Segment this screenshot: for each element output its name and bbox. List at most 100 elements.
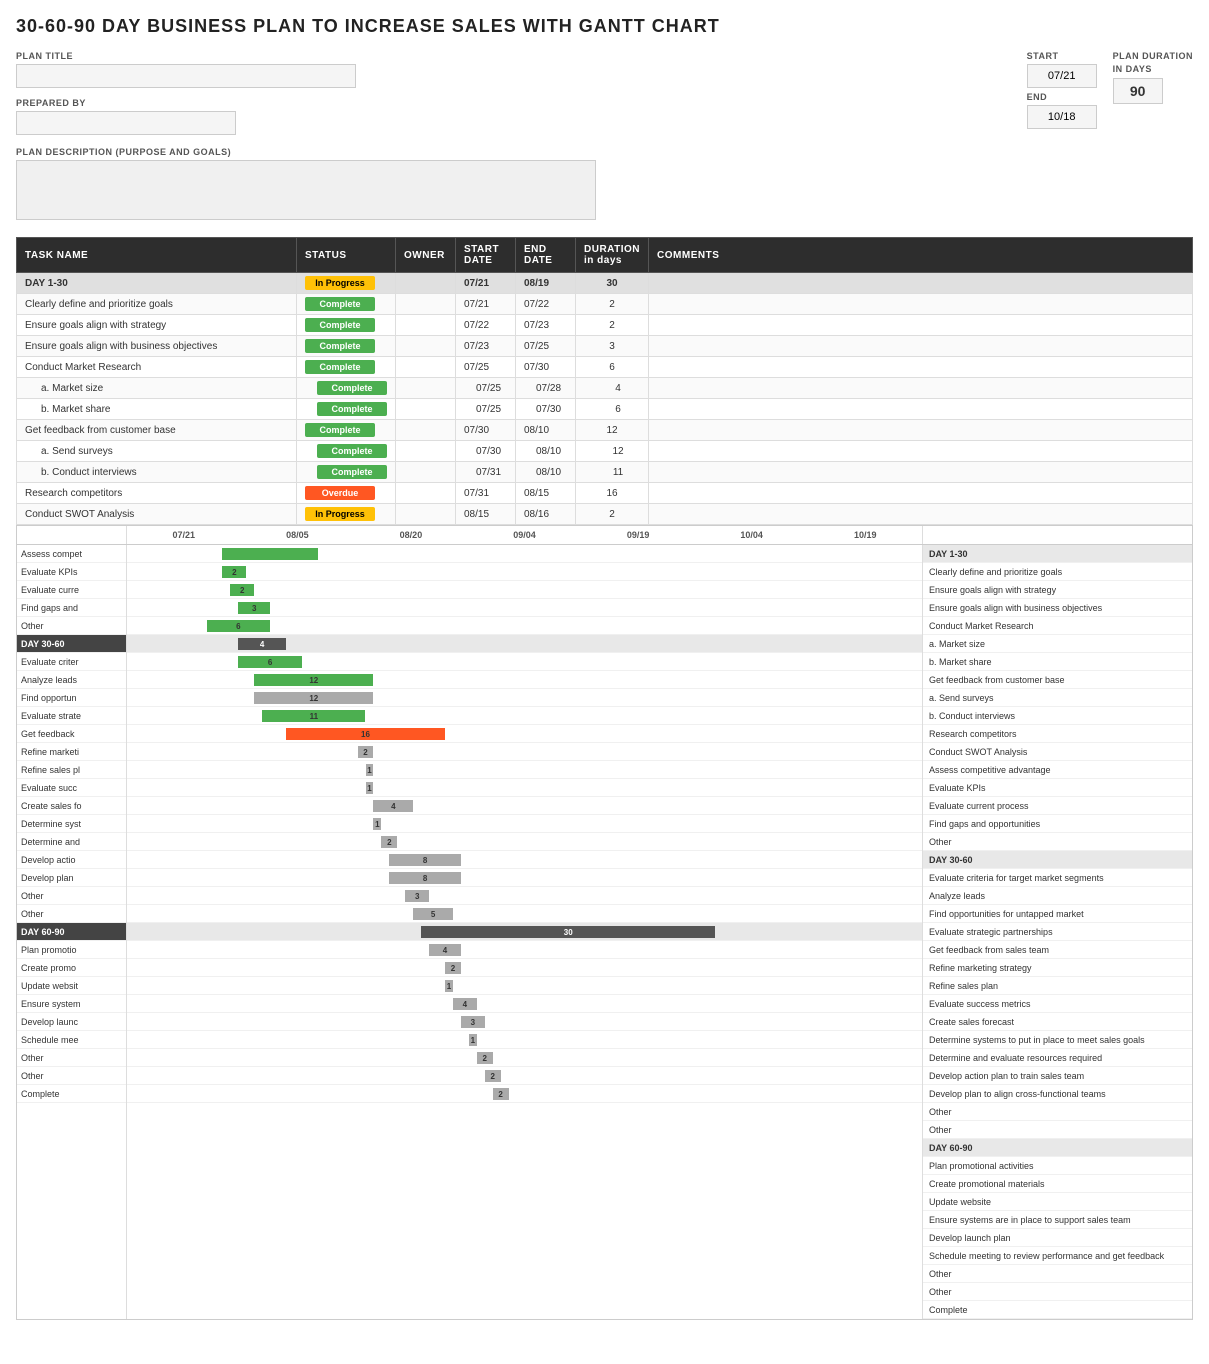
- task-duration-cell: 2: [576, 294, 649, 315]
- gantt-legend-row: DAY 60-90: [923, 1139, 1192, 1157]
- task-status-cell: Complete: [297, 462, 396, 483]
- gantt-label-row: Schedule mee: [17, 1031, 126, 1049]
- prepared-by-input[interactable]: [16, 111, 236, 135]
- gantt-chart-row: 1: [127, 761, 922, 779]
- plan-title-input[interactable]: [16, 64, 356, 88]
- gantt-legend-row: Find opportunities for untapped market: [923, 905, 1192, 923]
- gantt-bar: 2: [381, 836, 397, 848]
- gantt-legend-row: Create promotional materials: [923, 1175, 1192, 1193]
- task-status-cell: Overdue: [297, 483, 396, 504]
- gantt-legend-row: Ensure goals align with strategy: [923, 581, 1192, 599]
- gantt-chart-row: 4: [127, 941, 922, 959]
- gantt-bar: 4: [429, 944, 461, 956]
- table-row: Ensure goals align with strategy Complet…: [17, 315, 1193, 336]
- task-start-cell: 08/15: [456, 504, 516, 525]
- gantt-label-row: Plan promotio: [17, 941, 126, 959]
- gantt-chart-row: 2: [127, 743, 922, 761]
- gantt-bar: 2: [485, 1070, 501, 1082]
- gantt-chart-row: 1: [127, 1031, 922, 1049]
- task-comments-cell: [649, 357, 1193, 378]
- start-input[interactable]: [1027, 64, 1097, 88]
- task-start-cell: 07/31: [456, 462, 516, 483]
- gantt-label-row: Evaluate criter: [17, 653, 126, 671]
- gantt-label-row: Evaluate curre: [17, 581, 126, 599]
- gantt-legend-row: Develop launch plan: [923, 1229, 1192, 1247]
- gantt-legend-row: Update website: [923, 1193, 1192, 1211]
- gantt-bar: 4: [373, 800, 413, 812]
- gantt-legend-row: Other: [923, 1121, 1192, 1139]
- status-badge: Complete: [305, 297, 375, 311]
- duration-group: PLAN DURATION in days 90: [1113, 51, 1193, 104]
- gantt-bar: 16: [286, 728, 445, 740]
- gantt-time-label: 10/19: [808, 530, 922, 540]
- gantt-legend-row: DAY 1-30: [923, 545, 1192, 563]
- task-name-cell: b. Market share: [17, 399, 297, 420]
- task-comments-cell: [649, 441, 1193, 462]
- gantt-legend-row: Evaluate KPIs: [923, 779, 1192, 797]
- gantt-legend-row: a. Send surveys: [923, 689, 1192, 707]
- table-row: Research competitors Overdue 07/31 08/15…: [17, 483, 1193, 504]
- gantt-label-row: Other: [17, 1067, 126, 1085]
- col-header-owner: OWNER: [396, 238, 456, 273]
- gantt-bar: 3: [238, 602, 270, 614]
- gantt-bar: 2: [445, 962, 461, 974]
- gantt-chart-row: 5: [127, 905, 922, 923]
- table-row: Conduct Market Research Complete 07/25 0…: [17, 357, 1193, 378]
- gantt-bar: 12: [254, 692, 373, 704]
- description-input[interactable]: [16, 160, 596, 220]
- gantt-time-label: 08/05: [241, 530, 355, 540]
- task-name-cell: Get feedback from customer base: [17, 420, 297, 441]
- gantt-bar: 4: [453, 998, 477, 1010]
- task-owner-cell: [396, 483, 456, 504]
- gantt-bar: 3: [405, 890, 429, 902]
- status-badge: Overdue: [305, 486, 375, 500]
- task-duration-cell: 6: [576, 399, 649, 420]
- task-end-cell: 08/10: [516, 420, 576, 441]
- end-group: END: [1027, 92, 1097, 129]
- plan-title-label: PLAN TITLE: [16, 51, 1007, 61]
- gantt-chart-row: 2: [127, 959, 922, 977]
- col-header-comments: COMMENTS: [649, 238, 1193, 273]
- task-comments-cell: [649, 273, 1193, 294]
- task-owner-cell: [396, 315, 456, 336]
- task-name-cell: Conduct Market Research: [17, 357, 297, 378]
- gantt-legend-row: Assess competitive advantage: [923, 761, 1192, 779]
- task-start-cell: 07/31: [456, 483, 516, 504]
- task-status-cell: Complete: [297, 336, 396, 357]
- gantt-chart-row: 3: [127, 599, 922, 617]
- status-badge: In Progress: [305, 507, 375, 521]
- task-start-cell: 07/25: [456, 378, 516, 399]
- task-owner-cell: [396, 462, 456, 483]
- task-duration-cell: 12: [576, 441, 649, 462]
- task-owner-cell: [396, 294, 456, 315]
- col-header-duration: DURATIONin days: [576, 238, 649, 273]
- task-status-cell: Complete: [297, 399, 396, 420]
- task-name-cell: Conduct SWOT Analysis: [17, 504, 297, 525]
- gantt-label-row: Assess compet: [17, 545, 126, 563]
- task-status-cell: Complete: [297, 441, 396, 462]
- task-duration-cell: 12: [576, 420, 649, 441]
- task-owner-cell: [396, 336, 456, 357]
- gantt-bar: 2: [230, 584, 254, 596]
- gantt-legend-row: Evaluate success metrics: [923, 995, 1192, 1013]
- gantt-chart-row: 6: [127, 653, 922, 671]
- task-table: TASK NAME STATUS OWNER STARTDATE ENDDATE…: [16, 237, 1193, 525]
- status-badge: Complete: [317, 381, 387, 395]
- description-section: PLAN DESCRIPTION (PURPOSE AND GOALS): [16, 147, 1193, 223]
- task-end-cell: 07/22: [516, 294, 576, 315]
- gantt-bar: 1: [445, 980, 453, 992]
- gantt-legend-row: Schedule meeting to review performance a…: [923, 1247, 1192, 1265]
- gantt-legend-row: a. Market size: [923, 635, 1192, 653]
- end-input[interactable]: [1027, 105, 1097, 129]
- gantt-chart-row: 1: [127, 779, 922, 797]
- table-row: Get feedback from customer base Complete…: [17, 420, 1193, 441]
- task-start-cell: 07/22: [456, 315, 516, 336]
- gantt-legend-col: DAY 1-30Clearly define and prioritize go…: [922, 545, 1192, 1319]
- gantt-label-row: Evaluate KPIs: [17, 563, 126, 581]
- end-label: END: [1027, 92, 1097, 102]
- gantt-body: Assess competEvaluate KPIsEvaluate curre…: [17, 545, 1192, 1319]
- gantt-label-row: Complete: [17, 1085, 126, 1103]
- gantt-legend-row: Other: [923, 1265, 1192, 1283]
- gantt-chart-row: 8: [127, 869, 922, 887]
- task-owner-cell: [396, 420, 456, 441]
